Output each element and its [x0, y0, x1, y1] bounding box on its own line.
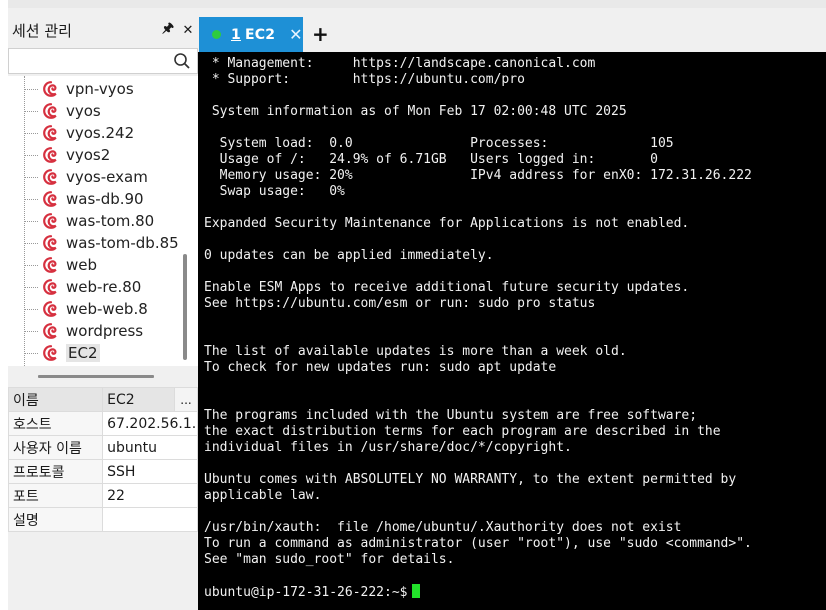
- tree-connector: [24, 133, 38, 134]
- panel-splitter[interactable]: [38, 375, 154, 378]
- property-more-button[interactable]: ...: [174, 387, 198, 412]
- tree-item[interactable]: EC2: [24, 342, 100, 364]
- tree-item[interactable]: web: [24, 254, 98, 276]
- session-tree: vpn-vyos vyos vyos.242 vyos2 vyos-exam was-db…: [8, 76, 198, 366]
- debian-swirl-icon: [42, 234, 60, 252]
- tree-item[interactable]: was-db.90: [24, 188, 144, 210]
- tree-item[interactable]: vyos: [24, 100, 101, 122]
- tree-connector: [24, 265, 38, 266]
- tree-connector: [24, 199, 38, 200]
- tree-item[interactable]: was-tom.80: [24, 210, 155, 232]
- debian-swirl-icon: [42, 124, 60, 142]
- session-search-box: [8, 48, 198, 74]
- debian-swirl-icon: [42, 190, 60, 208]
- property-row: 설명: [7, 507, 198, 532]
- tree-item-label: vyos-exam: [66, 168, 148, 186]
- panel-header: 세션 관리 🖈 ✕: [8, 14, 198, 46]
- tree-connector: [24, 309, 38, 310]
- tree-connector: [24, 111, 38, 112]
- tab-name: EC2: [244, 26, 276, 43]
- search-icon[interactable]: [173, 52, 191, 70]
- tree-item-label: vyos2: [66, 146, 111, 164]
- tree-connector: [24, 243, 38, 244]
- property-value[interactable]: 67.202.56.1...: [102, 411, 198, 436]
- terminal-output[interactable]: * Management: https://landscape.canonica…: [198, 52, 826, 610]
- tree-item-label: was-tom.80: [66, 212, 155, 230]
- tree-item[interactable]: was-tom-db.85: [24, 232, 179, 254]
- tree-item-label: web-re.80: [66, 278, 142, 296]
- close-icon[interactable]: ✕: [178, 23, 198, 38]
- property-row: 포트 22: [7, 483, 198, 508]
- property-value[interactable]: EC2: [102, 387, 176, 412]
- tree-item-label: web-web.8: [66, 300, 148, 318]
- debian-swirl-icon: [42, 168, 60, 186]
- debian-swirl-icon: [42, 278, 60, 296]
- session-search-input[interactable]: [9, 49, 177, 73]
- property-key: 호스트: [7, 411, 104, 436]
- session-manager-panel: 세션 관리 🖈 ✕ vpn-vyos vyos vyos.242 vyos2 vyos-…: [7, 14, 198, 610]
- debian-swirl-icon: [42, 102, 60, 120]
- property-row: 이름 EC2...: [7, 387, 198, 412]
- tree-item-label: vyos.242: [66, 124, 135, 142]
- property-value[interactable]: 22: [102, 483, 198, 508]
- tab-label: 1 EC2: [231, 27, 275, 43]
- debian-swirl-icon: [42, 344, 60, 362]
- tab-ec2[interactable]: 1 EC2 ✕: [199, 17, 303, 52]
- tree-connector: [24, 155, 38, 156]
- property-value[interactable]: ubuntu: [102, 435, 198, 460]
- tree-item[interactable]: vyos.242: [24, 122, 135, 144]
- pin-icon[interactable]: 🖈: [158, 19, 178, 41]
- property-value[interactable]: [102, 507, 198, 532]
- property-row: 호스트 67.202.56.1...: [7, 411, 198, 436]
- debian-swirl-icon: [42, 146, 60, 164]
- terminal-text: * Management: https://landscape.canonica…: [204, 56, 752, 600]
- tree-item[interactable]: vyos-exam: [24, 166, 148, 188]
- properties-grid: 이름 EC2... 호스트 67.202.56.1... 사용자 이름 ubuntu 프로토…: [7, 387, 198, 532]
- tree-scrollbar[interactable]: [183, 254, 187, 360]
- property-key: 사용자 이름: [7, 435, 104, 460]
- terminal-pane: 1 EC2 ✕ + * Management: https://landscape…: [198, 14, 826, 610]
- tree-item[interactable]: web-web.8: [24, 298, 148, 320]
- debian-swirl-icon: [42, 212, 60, 230]
- tree-connector: [24, 353, 38, 354]
- tab-number: 1: [231, 26, 241, 43]
- terminal-cursor: [411, 584, 420, 598]
- tree-item-label: was-db.90: [66, 190, 144, 208]
- background-window-edge: [0, 0, 826, 8]
- tree-item[interactable]: vyos2: [24, 144, 111, 166]
- panel-title: 세션 관리: [12, 21, 72, 40]
- property-key: 프로토콜: [7, 459, 104, 484]
- tree-item[interactable]: vpn-vyos: [24, 78, 134, 100]
- tab-close-icon[interactable]: ✕: [289, 25, 302, 44]
- debian-swirl-icon: [42, 80, 60, 98]
- tree-connector: [24, 89, 38, 90]
- tree-connector: [24, 331, 38, 332]
- tree-item-label: vpn-vyos: [66, 80, 134, 98]
- property-row: 프로토콜 SSH: [7, 459, 198, 484]
- background-window-strip: [0, 0, 8, 610]
- connection-status-icon: [212, 30, 221, 39]
- tree-item-label: vyos: [66, 102, 101, 120]
- tree-item[interactable]: web-re.80: [24, 276, 142, 298]
- tree-item-label: was-tom-db.85: [66, 234, 179, 252]
- property-value[interactable]: SSH: [102, 459, 198, 484]
- tree-item[interactable]: wordpress: [24, 320, 144, 342]
- tree-item-label: wordpress: [66, 322, 144, 340]
- debian-swirl-icon: [42, 256, 60, 274]
- debian-swirl-icon: [42, 322, 60, 340]
- tree-connector: [24, 287, 38, 288]
- property-row: 사용자 이름 ubuntu: [7, 435, 198, 460]
- tab-bar: 1 EC2 ✕ +: [198, 14, 826, 52]
- debian-swirl-icon: [42, 300, 60, 318]
- tree-item-label: EC2: [66, 344, 100, 362]
- property-key: 설명: [7, 507, 104, 532]
- tree-connector: [24, 221, 38, 222]
- new-tab-button[interactable]: +: [312, 22, 329, 46]
- tree-item-label: web: [66, 256, 98, 274]
- property-key: 포트: [7, 483, 104, 508]
- shell-prompt: ubuntu@ip-172-31-26-222:~$: [204, 585, 408, 600]
- tree-connector: [24, 177, 38, 178]
- property-key: 이름: [7, 387, 104, 412]
